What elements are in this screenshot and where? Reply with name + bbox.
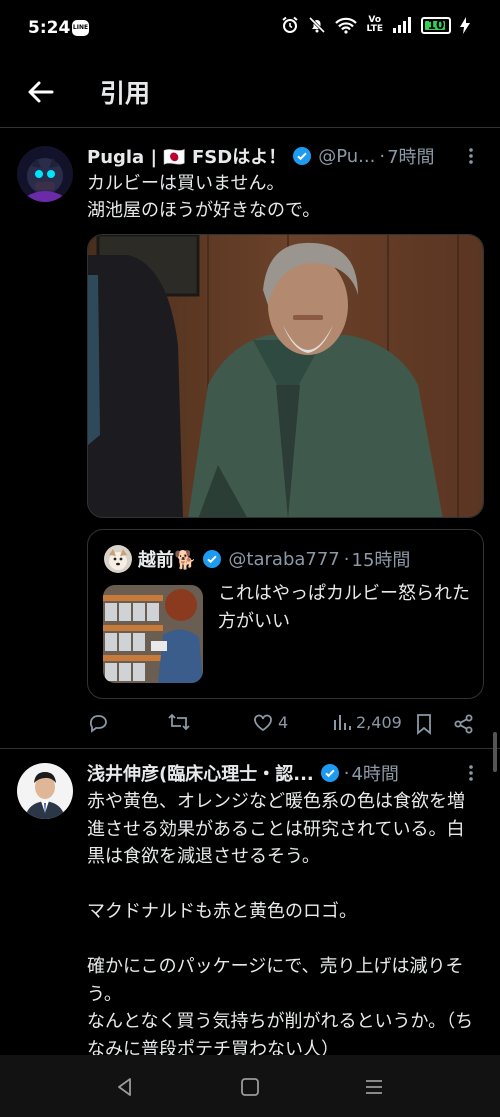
display-name[interactable]: Pugla | 🇯🇵 FSDはよ！	[87, 143, 286, 169]
display-name[interactable]: 浅井伸彦(臨床心理士・認...	[87, 760, 314, 786]
quote-user-handle: @taraba777	[228, 548, 340, 570]
quote-thumbnail	[103, 585, 203, 683]
nav-home-icon[interactable]	[238, 1075, 262, 1099]
avatar[interactable]	[17, 146, 73, 202]
tweet-pugla[interactable]: Pugla | 🇯🇵 FSDはよ！ @Pu... · 7時間 カルビーは買いませ…	[0, 0, 500, 746]
nav-back-icon[interactable]	[113, 1075, 137, 1099]
like-button[interactable]: 4	[252, 711, 288, 733]
more-options-icon[interactable]	[462, 143, 480, 169]
views-button[interactable]: 2,409	[332, 711, 402, 733]
tweet-text: 赤や黄色、オレンジなど暖色系の色は食欲を増進させる効果があることは研究されている…	[87, 791, 474, 1060]
tweet-header: Pugla | 🇯🇵 FSDはよ！ @Pu... · 7時間	[87, 143, 480, 169]
quote-header: 越前🐕 @taraba777 · 15時間	[138, 546, 410, 572]
tweet-actions: 4 2,409	[87, 708, 484, 742]
tweet-text: カルビーは買いません。 湖池屋のほうが好きなので。	[87, 173, 321, 221]
quote-display-name: 越前🐕	[138, 550, 197, 571]
verified-badge-icon	[293, 147, 312, 165]
quoted-tweet[interactable]: 越前🐕 @taraba777 · 15時間 これはやっぱカルビー怒られた方がいい	[87, 529, 484, 699]
separator-dot: ·	[343, 762, 350, 784]
views-chart-icon	[334, 715, 351, 730]
timestamp[interactable]: 7時間	[387, 143, 434, 169]
reply-button[interactable]	[87, 711, 113, 733]
separator-dot: ·	[343, 548, 350, 570]
scrollbar[interactable]	[493, 732, 497, 772]
view-count: 2,409	[356, 712, 402, 732]
share-icon[interactable]	[453, 713, 475, 735]
timestamp[interactable]: 4時間	[351, 760, 398, 786]
more-options-icon[interactable]	[462, 760, 480, 786]
avatar[interactable]	[17, 763, 73, 819]
verified-badge-icon	[203, 550, 222, 568]
like-count: 4	[278, 712, 289, 732]
retweet-button[interactable]	[167, 711, 195, 733]
tweet-asai[interactable]: 浅井伸彦(臨床心理士・認... · 4時間 赤や黄色、オレンジなど暖色系の色は食…	[0, 749, 500, 1060]
tweet-image[interactable]	[87, 234, 484, 518]
tweet-header: 浅井伸彦(臨床心理士・認... · 4時間	[87, 760, 480, 786]
bookmark-icon[interactable]	[415, 713, 433, 735]
system-navigation-bar	[0, 1055, 500, 1117]
heart-icon	[254, 714, 272, 732]
quote-text: これはやっぱカルビー怒られた方がいい	[218, 583, 470, 632]
quote-timestamp: 15時間	[351, 550, 411, 571]
quote-avatar	[104, 545, 132, 573]
reply-icon	[89, 715, 107, 733]
nav-recents-icon[interactable]	[362, 1075, 386, 1099]
retweet-icon	[168, 713, 190, 731]
verified-badge-icon	[320, 764, 339, 782]
separator-dot: ·	[379, 145, 386, 167]
user-handle[interactable]: @Pu...	[318, 146, 375, 167]
